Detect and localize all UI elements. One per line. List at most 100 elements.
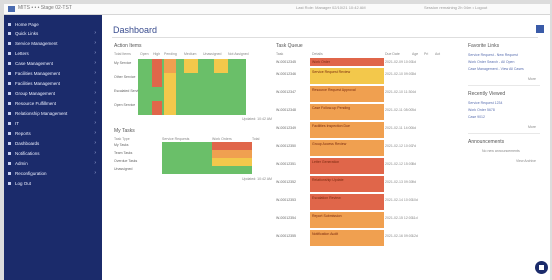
task-cell[interactable] <box>162 150 212 158</box>
bullet-icon <box>8 161 11 165</box>
column-header: Pending <box>164 52 177 56</box>
task-cell[interactable] <box>162 142 212 150</box>
task-age: 9d <box>412 180 416 184</box>
favorite-link[interactable]: Work Order Search - All Open <box>468 60 514 64</box>
status-cell[interactable] <box>164 73 176 87</box>
sidebar-item-admin[interactable]: Admin › <box>4 159 102 167</box>
task-id[interactable]: W-00012347 <box>276 90 296 94</box>
session-info[interactable]: Session remaining 2h 04m • Logout <box>424 5 487 10</box>
task-age: 11d <box>412 216 418 220</box>
sidebar-item-home[interactable]: Home Page <box>4 20 102 28</box>
row-label: Open Service <box>114 103 136 107</box>
sidebar-item-label: Service Management <box>15 40 58 46</box>
sidebar-item-quick-links[interactable]: Quick Links › <box>4 29 102 37</box>
task-id[interactable]: W-00012351 <box>276 162 296 166</box>
task-detail[interactable]: Report Submission <box>310 212 384 228</box>
recent-link[interactable]: Case 9012 <box>468 115 485 119</box>
task-cell[interactable] <box>162 166 212 174</box>
task-detail[interactable]: Facilities Inspection Due <box>310 122 384 138</box>
task-detail[interactable]: Case Follow-up Pending <box>310 104 384 120</box>
sidebar-item-label: Reconfiguration <box>15 170 47 176</box>
sidebar-item-notifications[interactable]: Notifications › <box>4 149 102 157</box>
favorite-link[interactable]: Case Management - View All Cases <box>468 67 524 71</box>
status-cell[interactable] <box>164 101 176 115</box>
column-header: Age <box>412 52 419 56</box>
chevron-right-icon: › <box>94 40 96 46</box>
task-id[interactable]: W-00012353 <box>276 198 296 202</box>
favorite-link[interactable]: Service Request - New Request <box>468 53 518 57</box>
task-cell[interactable] <box>212 150 252 158</box>
task-age: 1d <box>412 60 416 64</box>
sidebar-item-service-management[interactable]: Service Management › <box>4 39 102 47</box>
task-id[interactable]: W-00012348 <box>276 108 296 112</box>
task-detail[interactable]: Work Order <box>310 58 384 66</box>
sidebar-item-group-management[interactable]: Group Management › <box>4 89 102 97</box>
bullet-icon <box>8 181 11 185</box>
sidebar-item-label: Letters <box>15 50 29 56</box>
chevron-right-icon: › <box>94 60 96 66</box>
status-cell[interactable] <box>164 87 176 101</box>
task-id[interactable]: W-00012349 <box>276 126 296 130</box>
sidebar-item-letters[interactable]: Letters › <box>4 49 102 57</box>
chevron-right-icon: › <box>94 130 96 136</box>
status-cell[interactable] <box>214 59 228 73</box>
task-text: Resource Request Approval <box>312 88 356 92</box>
status-cell-row[interactable] <box>138 87 246 101</box>
sidebar-item-relationship-management[interactable]: Relationship Management › <box>4 109 102 117</box>
bullet-icon <box>8 22 11 26</box>
bullet-icon <box>8 41 11 45</box>
recent-link[interactable]: Service Request 1234 <box>468 101 502 105</box>
task-cell[interactable] <box>212 166 252 174</box>
sidebar-item-log-out[interactable]: Log Out <box>4 179 102 187</box>
sidebar-item-facilities-management[interactable]: Facilities Management › <box>4 69 102 77</box>
sidebar-item-reconfiguration[interactable]: Reconfiguration › <box>4 169 102 177</box>
task-age: 5d <box>412 108 416 112</box>
sidebar-item-it[interactable]: IT › <box>4 119 102 127</box>
task-cell[interactable] <box>162 158 212 166</box>
sidebar-item-dashboards[interactable]: Dashboards › <box>4 139 102 147</box>
favorites-more-link[interactable]: More <box>528 77 536 81</box>
task-id[interactable]: W-00012355 <box>276 234 296 238</box>
page-title: Dashboard <box>113 25 158 35</box>
task-date: 2021-02-13 09:30 <box>385 180 413 184</box>
task-id[interactable]: W-00012345 <box>276 60 296 64</box>
task-id[interactable]: W-00012350 <box>276 144 296 148</box>
task-detail[interactable]: Resource Request Approval <box>310 86 384 102</box>
help-button[interactable] <box>535 261 548 274</box>
recent-link[interactable]: Work Order 5678 <box>468 108 495 112</box>
status-cell[interactable] <box>152 73 162 87</box>
task-detail[interactable]: Relationship Update <box>310 176 384 192</box>
task-id[interactable]: W-00012352 <box>276 180 296 184</box>
column-header: Due Date <box>385 52 400 56</box>
task-detail[interactable]: Letter Generation <box>310 158 384 174</box>
sidebar-item-facilities-management-2[interactable]: Facilities Management › <box>4 79 102 87</box>
sidebar-item-reports[interactable]: Reports › <box>4 129 102 137</box>
task-detail[interactable]: Service Request Review <box>310 68 384 84</box>
task-id[interactable]: W-00012346 <box>276 72 296 76</box>
task-detail[interactable]: Escalation Review <box>310 194 384 210</box>
column-header: Task Type <box>114 137 130 141</box>
sidebar-item-case-management[interactable]: Case Management › <box>4 59 102 67</box>
status-cell[interactable] <box>184 59 198 73</box>
chevron-right-icon: › <box>94 170 96 176</box>
sidebar-item-label: Log Out <box>15 180 32 186</box>
task-detail[interactable]: Notification Audit <box>310 230 384 246</box>
status-cell[interactable] <box>164 59 176 73</box>
recent-more-link[interactable]: More <box>528 125 536 129</box>
column-header: Pri <box>424 52 429 56</box>
settings-button[interactable] <box>536 25 544 33</box>
divider <box>468 85 540 86</box>
status-cell[interactable] <box>152 101 162 115</box>
task-text: Facilities Inspection Due <box>312 124 350 128</box>
chevron-right-icon: › <box>94 80 96 86</box>
task-cell[interactable] <box>212 142 252 150</box>
task-cell[interactable] <box>212 158 252 166</box>
bullet-icon <box>8 171 11 175</box>
task-detail[interactable]: Group Access Review <box>310 140 384 156</box>
announcements-more-link[interactable]: View Archive <box>516 159 536 163</box>
column-header: Details <box>312 52 323 56</box>
task-id[interactable]: W-00012354 <box>276 216 296 220</box>
task-age: 12d <box>412 234 418 238</box>
status-cell[interactable] <box>152 59 162 73</box>
sidebar-item-resource-fulfillment[interactable]: Resource Fulfillment › <box>4 99 102 107</box>
